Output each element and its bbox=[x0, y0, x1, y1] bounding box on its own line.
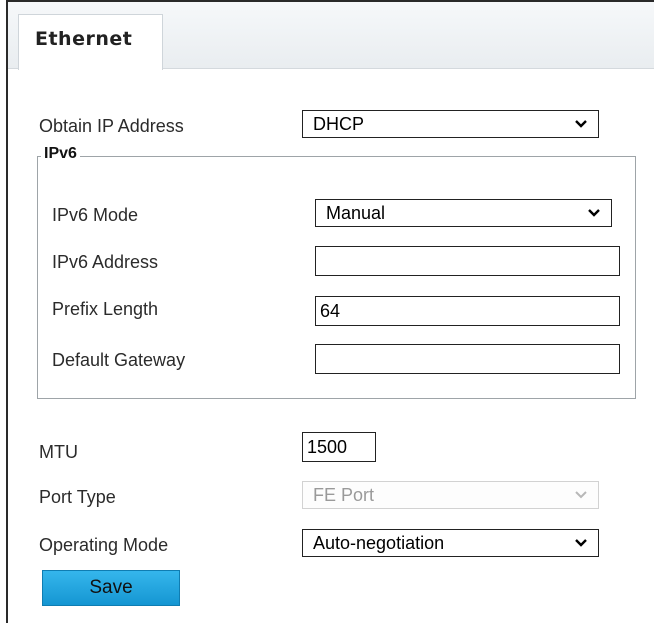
ipv6-mode-select[interactable]: Manual bbox=[315, 199, 612, 227]
obtain-ip-label: Obtain IP Address bbox=[39, 116, 184, 136]
prefix-length-label: Prefix Length bbox=[52, 299, 159, 319]
obtain-ip-value: DHCP bbox=[313, 114, 365, 134]
prefix-length-input[interactable]: 64 bbox=[315, 296, 620, 326]
ipv6-address-label: IPv6 Address bbox=[52, 252, 159, 272]
port-type-select: FE Port bbox=[302, 481, 599, 509]
ipv6-mode-value: Manual bbox=[326, 203, 386, 223]
operating-mode-value: Auto-negotiation bbox=[313, 533, 445, 553]
save-button[interactable]: Save bbox=[42, 570, 180, 606]
default-gateway-label: Default Gateway bbox=[52, 350, 186, 370]
ipv6-address-input[interactable] bbox=[315, 246, 620, 276]
port-type-value: FE Port bbox=[313, 485, 375, 505]
chevron-down-icon bbox=[588, 209, 600, 217]
tab-ethernet[interactable]: Ethernet bbox=[18, 14, 163, 70]
chevron-down-icon bbox=[575, 491, 587, 499]
port-type-label: Port Type bbox=[39, 487, 116, 507]
operating-mode-label: Operating Mode bbox=[39, 535, 169, 555]
operating-mode-select[interactable]: Auto-negotiation bbox=[302, 529, 599, 557]
ipv6-legend: IPv6 bbox=[41, 145, 80, 163]
chevron-down-icon bbox=[575, 120, 587, 128]
chevron-down-icon bbox=[575, 539, 587, 547]
ipv6-mode-label: IPv6 Mode bbox=[52, 205, 139, 225]
mtu-input[interactable]: 1500 bbox=[302, 432, 376, 462]
obtain-ip-select[interactable]: DHCP bbox=[302, 110, 599, 138]
default-gateway-input[interactable] bbox=[315, 344, 620, 374]
mtu-label: MTU bbox=[39, 442, 78, 462]
